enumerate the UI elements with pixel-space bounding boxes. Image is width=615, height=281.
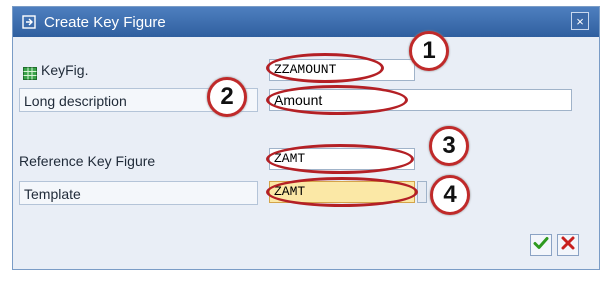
annotation-number-1: 1 bbox=[409, 31, 449, 71]
window-title: Create Key Figure bbox=[44, 13, 166, 31]
template-value-help-button[interactable] bbox=[417, 181, 427, 203]
keyfig-input[interactable]: ZZAMOUNT bbox=[269, 59, 415, 81]
annotation-number-3: 3 bbox=[429, 126, 469, 166]
annotation-number-2: 2 bbox=[207, 77, 247, 117]
close-icon: × bbox=[576, 14, 584, 29]
keyfig-label: KeyFig. bbox=[41, 62, 89, 78]
cancel-button[interactable] bbox=[557, 234, 579, 256]
cancel-x-icon bbox=[560, 235, 576, 256]
keyfig-label-row: KeyFig. bbox=[19, 58, 88, 82]
template-input[interactable]: ZAMT bbox=[269, 181, 415, 203]
reference-key-figure-input[interactable]: ZAMT bbox=[269, 148, 415, 170]
reference-key-figure-label: Reference Key Figure bbox=[19, 153, 156, 169]
long-description-input[interactable]: Amount bbox=[269, 89, 572, 111]
checkmark-icon bbox=[533, 235, 549, 256]
confirm-button[interactable] bbox=[530, 234, 552, 256]
create-document-icon bbox=[22, 14, 38, 30]
annotation-number-4: 4 bbox=[430, 175, 470, 215]
template-label: Template bbox=[19, 181, 258, 205]
keyfigure-icon bbox=[23, 63, 37, 80]
create-key-figure-dialog: Create Key Figure × KeyFig. ZZAMOUNT 1 L… bbox=[12, 6, 600, 270]
title-bar[interactable]: Create Key Figure × bbox=[13, 7, 599, 37]
close-button[interactable]: × bbox=[571, 12, 589, 30]
